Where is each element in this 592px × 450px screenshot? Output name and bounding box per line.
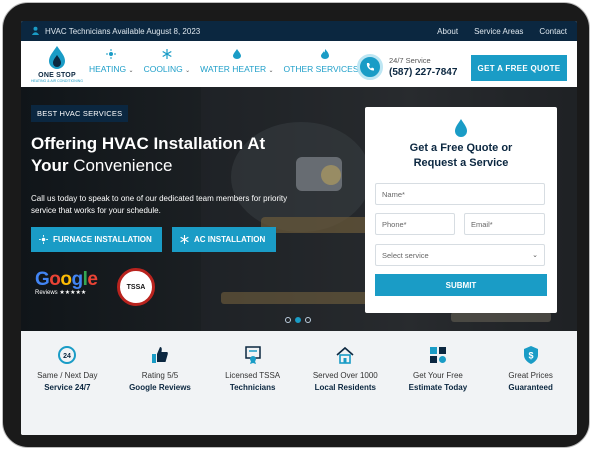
tablet-frame: HVAC Technicians Available August 8, 202… (2, 2, 590, 448)
tssa-text: TSSA (126, 283, 146, 291)
ac-installation-label: AC INSTALLATION (194, 235, 266, 244)
water-drop-icon (232, 49, 241, 59)
svg-text:24: 24 (63, 353, 71, 360)
thumbs-up-icon (151, 347, 168, 363)
house-icon (336, 346, 354, 364)
logo-flame-icon (49, 46, 65, 69)
service-select-value: Select service (382, 250, 429, 260)
slider-dot-2[interactable] (295, 317, 301, 323)
hero-tag: BEST HVAC SERVICES (31, 105, 129, 122)
logo-tagline: HEATING & AIR CONDITIONING (30, 79, 84, 83)
email-field[interactable]: Email* (464, 213, 545, 235)
flame-icon (320, 49, 329, 59)
ac-installation-button[interactable]: AC INSTALLATION (172, 227, 276, 252)
feature-item: Get Your Free Estimate Today (395, 345, 481, 435)
form-title: Get a Free Quote or Request a Service (365, 141, 557, 171)
feature-item: Served Over 1000 Local Residents (302, 345, 388, 435)
name-field[interactable]: Name* (375, 183, 545, 205)
nav-heating-label: HEATING (89, 64, 127, 74)
snowflake-icon (180, 235, 189, 244)
logo-name: ONE STOP (38, 72, 76, 79)
hero-title: Offering HVAC Installation At Your Conve… (31, 133, 331, 177)
availability-text: HVAC Technicians Available August 8, 202… (45, 26, 201, 36)
main-nav: HEATING ⌄ COOLING ⌄ WATER HEATER ⌄ OTHER… (89, 49, 366, 74)
svg-text:$: $ (528, 351, 533, 361)
chevron-down-icon: ⌄ (532, 252, 538, 259)
service-select[interactable]: Select service ⌄ (375, 244, 545, 266)
nav-water-heater-label: WATER HEATER (200, 64, 267, 74)
certificate-icon (244, 346, 261, 364)
feature-line2: Google Reviews (129, 383, 191, 392)
phone-contact[interactable]: 24/7 Service (587) 227-7847 (357, 54, 457, 80)
feature-line1: Great Prices (508, 371, 553, 380)
nav-cooling-label: COOLING (143, 64, 183, 74)
technician-icon (31, 26, 40, 37)
hero-description: Call us today to speak to one of our ded… (31, 194, 288, 215)
tssa-badge: TSSA (117, 268, 155, 306)
hero-section: BEST HVAC SERVICES Offering HVAC Install… (21, 87, 577, 331)
feature-line1: Served Over 1000 (312, 371, 378, 380)
phone-icon (357, 54, 383, 80)
slider-dot-1[interactable] (285, 317, 291, 323)
calculator-icon (429, 347, 446, 363)
feature-line2: Technicians (229, 383, 276, 392)
slider-dots (285, 317, 311, 323)
hero-title-line1: Offering HVAC Installation At (31, 134, 266, 153)
phone-caption: 24/7 Service (389, 56, 431, 65)
features-strip: 24 Same / Next Day Service 24/7 Rating 5… (21, 331, 577, 435)
form-title-line1: Get a Free Quote or (409, 142, 513, 154)
feature-line2: Guaranteed (508, 383, 553, 392)
chevron-down-icon: ⌄ (185, 68, 191, 74)
nav-other-services[interactable]: OTHER SERVICES ⌄ (284, 49, 366, 74)
top-bar: HVAC Technicians Available August 8, 202… (21, 21, 577, 41)
slider-dot-3[interactable] (305, 317, 311, 323)
furnace-installation-button[interactable]: FURNACE INSTALLATION (31, 227, 162, 252)
feature-line1: Licensed TSSA (225, 371, 281, 380)
phone-number: (587) 227-7847 (389, 67, 458, 78)
submit-button[interactable]: SUBMIT (375, 274, 547, 296)
phone-field[interactable]: Phone* (375, 213, 455, 235)
price-shield-icon: $ (523, 346, 538, 364)
form-title-line2: Request a Service (413, 157, 509, 169)
feature-item: $ Great Prices Guaranteed (488, 345, 574, 435)
feature-line2: Service 24/7 (44, 383, 91, 392)
feature-item: Rating 5/5 Google Reviews (117, 345, 203, 435)
snowflake-icon (162, 49, 172, 59)
chevron-down-icon: ⌄ (128, 68, 134, 74)
sun-icon (106, 49, 117, 59)
get-free-quote-button[interactable]: GET A FREE QUOTE (471, 55, 567, 81)
hero-title-bold: Your (31, 156, 69, 175)
browser-screen: HVAC Technicians Available August 8, 202… (21, 21, 577, 435)
nav-water-heater[interactable]: WATER HEATER ⌄ (200, 49, 274, 74)
water-drop-icon (455, 119, 467, 137)
link-service-areas[interactable]: Service Areas (474, 27, 523, 36)
google-logo: Google (35, 269, 98, 290)
chevron-down-icon: ⌄ (268, 68, 274, 74)
feature-line2: Local Residents (314, 383, 376, 392)
sun-icon (39, 235, 48, 244)
quote-form: Get a Free Quote or Request a Service Na… (365, 107, 557, 313)
hero-title-light: Convenience (68, 156, 173, 175)
feature-line1: Rating 5/5 (141, 371, 179, 380)
feature-line2: Estimate Today (408, 383, 468, 392)
feature-item: Licensed TSSA Technicians (210, 345, 296, 435)
google-reviews-badge[interactable]: Google Reviews ★★★★★ (35, 269, 101, 296)
nav-cooling[interactable]: COOLING ⌄ (143, 49, 191, 74)
link-contact[interactable]: Contact (539, 27, 567, 36)
feature-item: 24 Same / Next Day Service 24/7 (24, 345, 110, 435)
nav-other-services-label: OTHER SERVICES (283, 64, 359, 74)
furnace-installation-label: FURNACE INSTALLATION (53, 235, 152, 244)
feature-line1: Same / Next Day (37, 371, 98, 380)
link-about[interactable]: About (437, 27, 458, 36)
clock-24-icon: 24 (58, 346, 77, 364)
feature-line1: Get Your Free (413, 371, 463, 380)
nav-heating[interactable]: HEATING ⌄ (89, 49, 134, 74)
